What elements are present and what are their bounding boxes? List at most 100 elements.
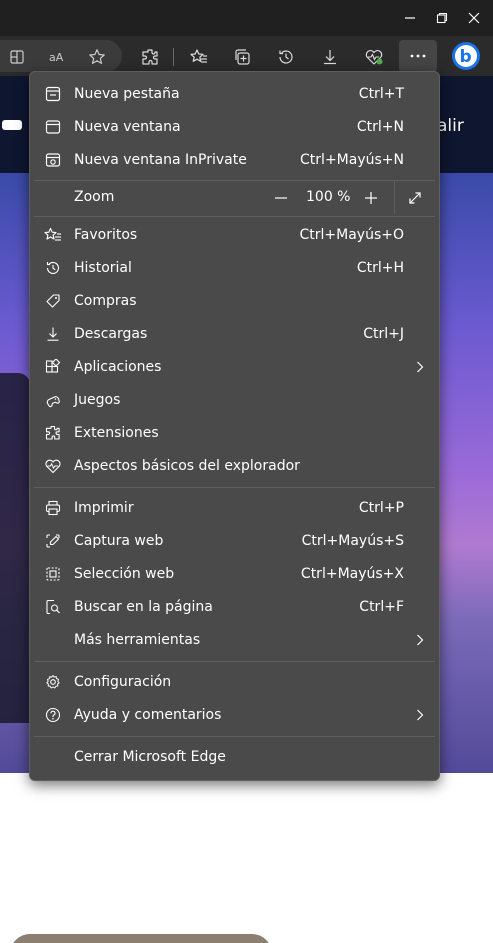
menu-item-label: Más herramientas — [74, 632, 201, 648]
menu-divider — [34, 216, 435, 217]
collections-icon — [235, 49, 250, 65]
games-icon — [44, 391, 62, 409]
menu-item-shortcut: Ctrl+H — [356, 260, 404, 276]
extensions-icon — [44, 424, 62, 442]
toolbar-divider — [173, 48, 174, 66]
menu-item-shortcut: Ctrl+N — [356, 119, 404, 135]
chevron-right-icon — [415, 361, 425, 373]
menu-item-history[interactable]: Historial Ctrl+H — [30, 252, 439, 285]
menu-item-print[interactable]: Imprimir Ctrl+P — [30, 492, 439, 525]
inprivate-icon — [44, 151, 62, 169]
menu-item-shortcut: Ctrl+P — [358, 500, 404, 516]
zoom-in-button[interactable] — [360, 187, 382, 209]
menu-item-shortcut: Ctrl+Mayús+S — [301, 533, 404, 549]
menu-item-downloads[interactable]: Descargas Ctrl+J — [30, 318, 439, 351]
menu-item-web-capture[interactable]: Captura web Ctrl+Mayús+S — [30, 525, 439, 558]
menu-item-extensions[interactable]: Extensiones — [30, 417, 439, 450]
menu-item-games[interactable]: Juegos — [30, 384, 439, 417]
history-icon — [44, 259, 62, 277]
menu-item-label: Favoritos — [74, 227, 138, 243]
menu-item-shortcut: Ctrl+J — [363, 326, 404, 342]
menu-item-find-on-page[interactable]: Buscar en la página Ctrl+F — [30, 591, 439, 624]
menu-item-settings[interactable]: Configuración — [30, 666, 439, 699]
menu-item-zoom: Zoom 100 % — [30, 181, 439, 214]
collections-button[interactable] — [229, 44, 255, 70]
read-aloud-icon: aA — [49, 51, 64, 64]
menu-item-label: Imprimir — [74, 500, 134, 516]
new-tab-icon — [44, 85, 62, 103]
fullscreen-icon — [409, 192, 421, 204]
menu-item-label: Captura web — [74, 533, 164, 549]
download-icon — [44, 325, 62, 343]
svg-text:aA: aA — [49, 51, 64, 64]
extensions-icon — [142, 49, 158, 65]
browser-essentials-icon — [44, 457, 62, 475]
downloads-button[interactable] — [317, 44, 343, 70]
fullscreen-button[interactable] — [404, 187, 426, 209]
minus-icon — [275, 197, 287, 199]
minimize-button[interactable] — [399, 8, 421, 28]
page-nav-link[interactable]: alir — [437, 116, 464, 136]
menu-item-favorites[interactable]: Favoritos Ctrl+Mayús+O — [30, 219, 439, 252]
help-icon — [44, 706, 62, 724]
menu-divider — [34, 661, 435, 662]
chevron-right-icon — [415, 709, 425, 721]
close-window-button[interactable] — [463, 8, 485, 28]
menu-item-browser-essentials[interactable]: Aspectos básicos del explorador — [30, 450, 439, 483]
menu-item-web-select[interactable]: Selección web Ctrl+Mayús+X — [30, 558, 439, 591]
favorites-icon — [190, 49, 207, 63]
title-bar — [0, 0, 493, 36]
menu-item-apps[interactable]: Aplicaciones — [30, 351, 439, 384]
zoom-label: Zoom — [74, 189, 115, 205]
menu-item-new-inprivate-window[interactable]: Nueva ventana InPrivate Ctrl+Mayús+N — [30, 144, 439, 177]
menu-item-label: Nueva ventana InPrivate — [74, 152, 247, 168]
browser-essentials-icon — [365, 50, 383, 65]
close-icon — [468, 12, 480, 24]
extensions-button[interactable] — [137, 44, 163, 70]
svg-text:b: b — [460, 47, 472, 67]
favorites-button[interactable] — [186, 44, 212, 70]
menu-item-label: Selección web — [74, 566, 175, 582]
restore-button[interactable] — [431, 8, 453, 28]
zoom-out-button[interactable] — [270, 187, 292, 209]
menu-item-shortcut: Ctrl+Mayús+O — [299, 227, 404, 243]
gear-icon — [44, 673, 62, 691]
favorite-star-icon — [89, 49, 105, 64]
more-icon — [410, 54, 426, 58]
menu-item-new-window[interactable]: Nueva ventana Ctrl+N — [30, 111, 439, 144]
menu-item-label: Compras — [74, 293, 137, 309]
add-favorite-button[interactable] — [84, 44, 110, 70]
restore-icon — [436, 12, 448, 24]
menu-item-label: Aplicaciones — [74, 359, 162, 375]
page-bottom-button[interactable] — [10, 934, 272, 943]
page-logo-fragment — [2, 120, 22, 130]
menu-item-help-feedback[interactable]: Ayuda y comentarios — [30, 699, 439, 732]
menu-item-close-edge[interactable]: Cerrar Microsoft Edge — [30, 741, 439, 774]
menu-item-more-tools[interactable]: Más herramientas — [30, 624, 439, 657]
settings-and-more-button[interactable] — [399, 40, 437, 72]
zoom-divider — [394, 181, 395, 214]
menu-item-shortcut: Ctrl+F — [359, 599, 404, 615]
shopping-tag-icon — [44, 292, 62, 310]
plus-icon — [365, 192, 377, 204]
settings-and-more-menu: Nueva pestaña Ctrl+T Nueva ventana Ctrl+… — [29, 71, 440, 781]
history-button[interactable] — [273, 44, 299, 70]
menu-divider — [34, 487, 435, 488]
menu-item-label: Juegos — [74, 392, 121, 408]
menu-item-new-tab[interactable]: Nueva pestaña Ctrl+T — [30, 78, 439, 111]
menu-item-shortcut: Ctrl+T — [358, 86, 404, 102]
menu-item-label: Extensiones — [74, 425, 159, 441]
bing-copilot-button[interactable]: b — [450, 40, 482, 72]
history-icon — [279, 50, 293, 64]
browser-essentials-button[interactable] — [361, 44, 387, 70]
web-select-icon — [44, 565, 62, 583]
bing-copilot-icon: b — [452, 42, 480, 70]
favorites-icon — [44, 226, 62, 244]
read-aloud-button[interactable]: aA — [44, 44, 70, 70]
split-screen-button[interactable] — [4, 44, 30, 70]
menu-item-label: Historial — [74, 260, 132, 276]
split-screen-icon — [10, 50, 24, 64]
browser-toolbar: aA b — [0, 36, 493, 76]
menu-item-shopping[interactable]: Compras — [30, 285, 439, 318]
menu-item-label: Nueva ventana — [74, 119, 181, 135]
